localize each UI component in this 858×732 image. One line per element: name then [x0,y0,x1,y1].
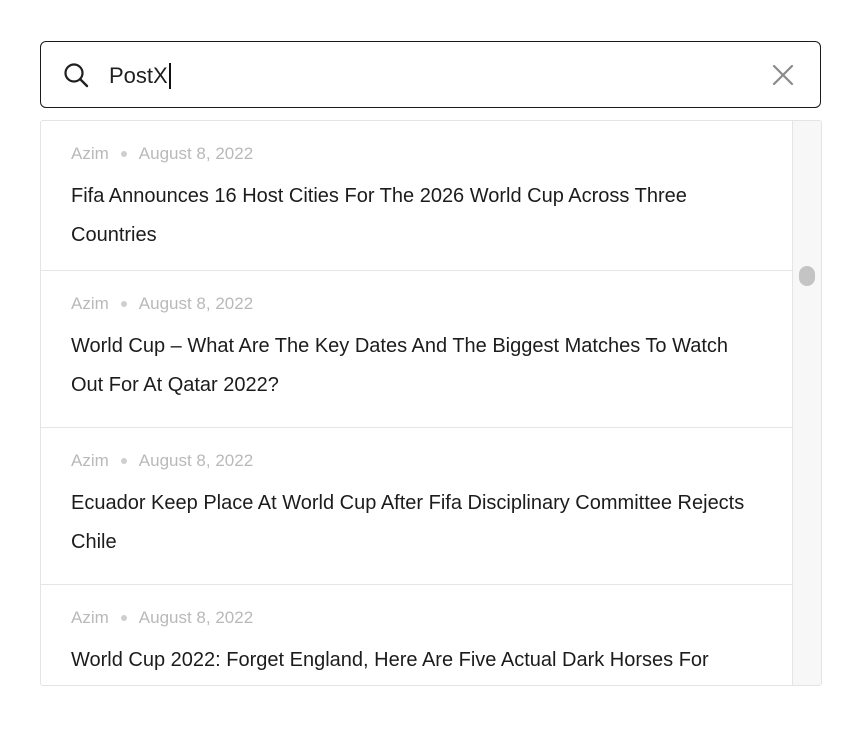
result-meta: Azim August 8, 2022 [71,450,763,472]
search-icon [64,63,89,88]
result-date: August 8, 2022 [138,451,254,470]
result-title[interactable]: Fifa Announces 16 Host Cities For The 20… [71,177,763,255]
result-meta: Azim August 8, 2022 [71,143,763,165]
text-caret [168,63,171,89]
separator-dot [120,458,127,464]
result-meta: Azim August 8, 2022 [71,607,763,629]
result-item[interactable]: Azim August 8, 2022 World Cup – What Are… [41,271,793,428]
close-icon[interactable] [772,64,794,86]
separator-dot [120,301,127,307]
search-results-panel: Azim August 8, 2022 Fifa Announces 16 Ho… [40,120,822,686]
result-date: August 8, 2022 [138,144,254,163]
search-results-list: Azim August 8, 2022 Fifa Announces 16 Ho… [41,121,793,685]
separator-dot [120,151,127,157]
result-title[interactable]: World Cup 2022: Forget England, Here Are… [71,641,763,680]
result-author[interactable]: Azim [71,294,109,314]
result-item[interactable]: Azim August 8, 2022 World Cup 2022: Forg… [41,585,793,685]
scrollbar-thumb[interactable] [799,266,815,286]
search-box[interactable]: PostX [40,41,821,108]
result-title[interactable]: Ecuador Keep Place At World Cup After Fi… [71,484,763,562]
result-author[interactable]: Azim [71,608,109,628]
search-input[interactable]: PostX [109,60,171,92]
separator-dot [120,615,127,621]
search-input-value: PostX [109,63,168,88]
result-date: August 8, 2022 [138,608,254,627]
result-date: August 8, 2022 [138,294,254,313]
result-item[interactable]: Azim August 8, 2022 Ecuador Keep Place A… [41,428,793,585]
result-meta: Azim August 8, 2022 [71,293,763,315]
result-author[interactable]: Azim [71,451,109,471]
result-title[interactable]: World Cup – What Are The Key Dates And T… [71,327,763,405]
scrollbar[interactable] [792,121,821,685]
result-author[interactable]: Azim [71,144,109,164]
result-item[interactable]: Azim August 8, 2022 Fifa Announces 16 Ho… [41,121,793,271]
